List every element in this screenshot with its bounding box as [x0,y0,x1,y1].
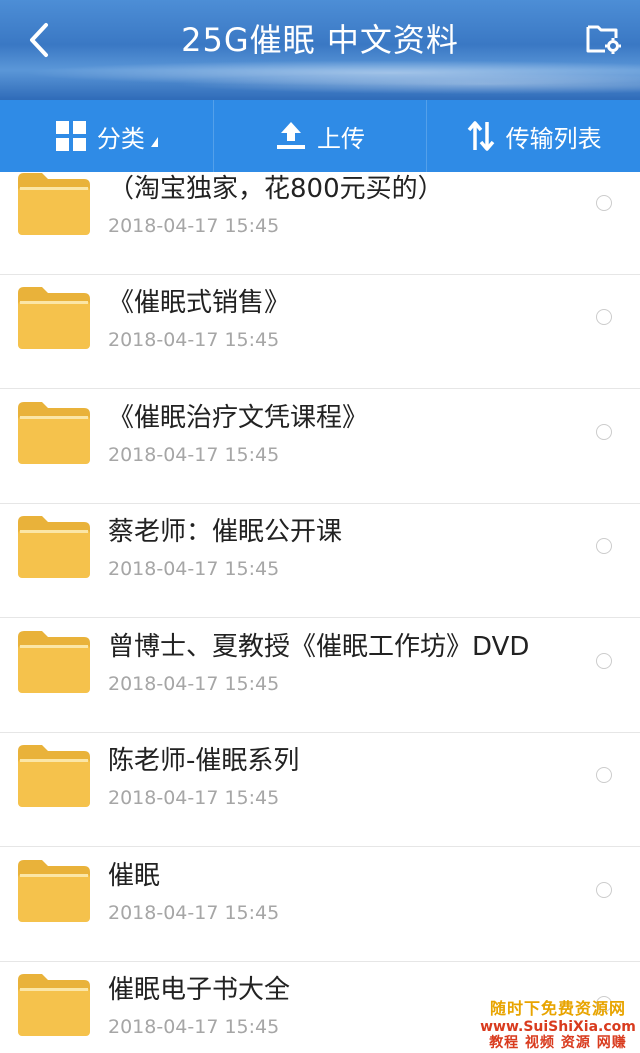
file-date: 2018-04-17 15:45 [108,215,280,237]
caret-down-icon [150,137,158,147]
toolbar: 分类 上传 传输列表 [0,100,640,172]
file-list-item[interactable]: （淘宝独家，花800元买的） 2018-04-17 15:45 [0,172,640,275]
file-name: （淘宝独家，花800元买的） [108,174,444,204]
folder-icon [18,974,90,1036]
folder-icon [18,402,90,464]
watermark-line: 随时下免费资源网 [489,999,626,1019]
transfer-list-label: 传输列表 [505,124,602,153]
file-list-item[interactable]: 催眠 2018-04-17 15:45 [0,848,640,962]
watermark-line: www.SuiShiXia.com [480,1018,636,1035]
file-list: （淘宝独家，花800元买的） 2018-04-17 15:45 《催眠式销售》 … [0,172,640,1053]
file-list-item[interactable]: 《催眠治疗文凭课程》 2018-04-17 15:45 [0,390,640,504]
file-list-item[interactable]: 《催眠式销售》 2018-04-17 15:45 [0,275,640,389]
header-background-wave [120,72,640,96]
file-name: 蔡老师：催眠公开课 [108,517,343,547]
folder-icon [18,287,90,349]
folder-icon [18,173,90,235]
file-date: 2018-04-17 15:45 [108,787,280,809]
file-date: 2018-04-17 15:45 [108,1016,280,1038]
file-name: 陈老师-催眠系列 [108,746,300,776]
upload-label: 上传 [317,124,365,153]
folder-settings-button[interactable] [584,18,624,58]
file-name: 催眠电子书大全 [108,975,291,1005]
category-button[interactable]: 分类 [0,100,214,172]
select-radio[interactable] [596,309,612,325]
select-radio[interactable] [596,882,612,898]
file-name: 催眠 [108,861,161,891]
upload-button[interactable]: 上传 [214,100,428,172]
category-label: 分类 [96,124,145,153]
file-list-item[interactable]: 曾博士、夏教授《催眠工作坊》DVD 2018-04-17 15:45 [0,619,640,733]
file-list-item[interactable]: 陈老师-催眠系列 2018-04-17 15:45 [0,733,640,847]
select-radio[interactable] [596,538,612,554]
file-date: 2018-04-17 15:45 [108,329,280,351]
folder-settings-icon [586,25,621,54]
file-date: 2018-04-17 15:45 [108,673,280,695]
watermark-line: 教程 视频 资源 网赚 [489,1034,627,1051]
folder-icon [18,860,90,922]
header-bar: 25G催眠 中文资料 [0,0,640,100]
folder-icon [18,745,90,807]
file-name: 曾博士、夏教授《催眠工作坊》DVD [108,632,530,662]
transfer-arrows-icon [467,121,495,151]
transfer-list-button[interactable]: 传输列表 [427,100,640,172]
file-date: 2018-04-17 15:45 [108,444,280,466]
watermark: 随时下免费资源网 www.SuiShiXia.com 教程 视频 资源 网赚 [480,1000,636,1051]
folder-icon [18,516,90,578]
select-radio[interactable] [596,653,612,669]
folder-icon [18,631,90,693]
select-radio[interactable] [596,424,612,440]
file-date: 2018-04-17 15:45 [108,558,280,580]
select-radio[interactable] [596,195,612,211]
grid-icon [55,121,86,151]
file-name: 《催眠式销售》 [108,288,291,318]
select-radio[interactable] [596,767,612,783]
page-title: 25G催眠 中文资料 [181,21,459,59]
file-date: 2018-04-17 15:45 [108,902,280,924]
file-name: 《催眠治疗文凭课程》 [108,403,369,433]
upload-icon [277,122,305,149]
file-list-item[interactable]: 蔡老师：催眠公开课 2018-04-17 15:45 [0,504,640,618]
